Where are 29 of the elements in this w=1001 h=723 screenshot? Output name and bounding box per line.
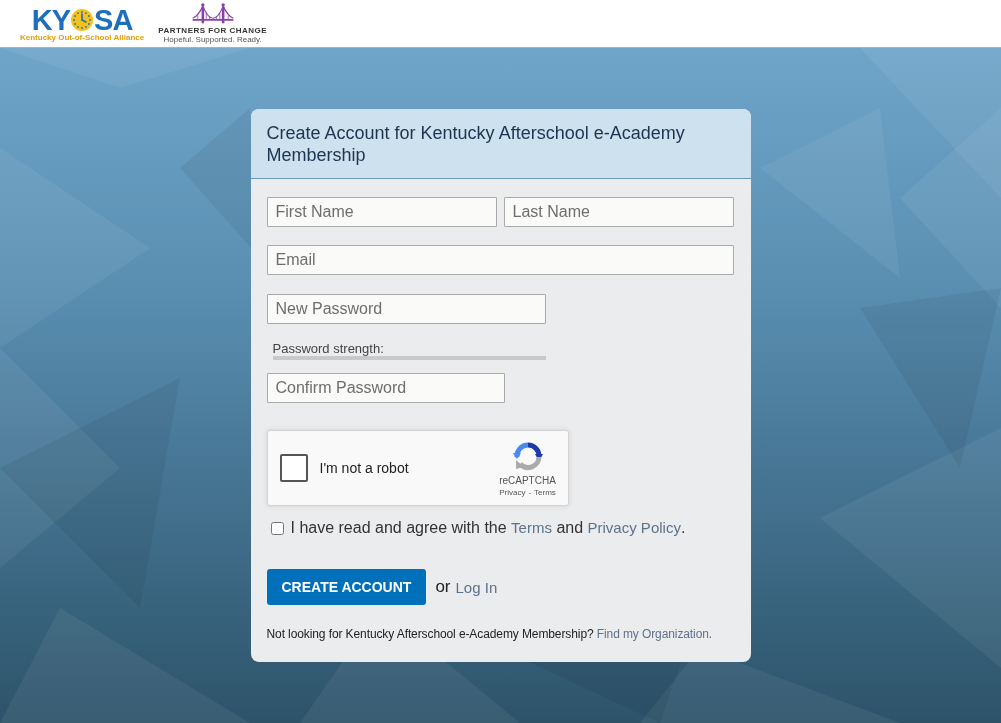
password-field[interactable]: Confirm Password: [266, 373, 505, 403]
login-link[interactable]: Log In: [455, 578, 498, 596]
bridge-icon: [190, 3, 235, 25]
text-field[interactable]: First Name: [266, 197, 497, 227]
agreement-text: I have read and agree with the Terms and Privacy Policy.: [290, 518, 686, 538]
strength-label: Password strength:: [272, 342, 385, 355]
clock-icon: [71, 8, 94, 31]
captcha-link[interactable]: Privacy: [499, 488, 526, 498]
link-separator: -: [528, 488, 532, 498]
captcha-checkbox[interactable]: [279, 454, 308, 482]
partner-name: PARTNERS FOR CHANGE: [158, 26, 268, 35]
captcha-label: I'm not a robot: [319, 460, 409, 476]
text-field[interactable]: Last Name: [503, 197, 734, 227]
logo-tagline: Kentucky Out-of-School Alliance: [20, 32, 145, 42]
logo-letters: SA: [94, 7, 133, 32]
captcha-link[interactable]: Terms: [534, 488, 556, 498]
form-title: Create Account for Kentucky Afterschool e-Academy Membership: [266, 122, 686, 166]
inline-link[interactable]: Terms: [511, 519, 552, 536]
email-field[interactable]: Email: [266, 245, 734, 275]
partner-tagline: Hopeful. Supported. Ready.: [163, 35, 262, 44]
or-label: or: [435, 577, 451, 597]
password-field[interactable]: New Password: [266, 294, 546, 324]
inline-link[interactable]: Privacy Policy: [587, 519, 681, 536]
captcha-brand: reCAPTCHA: [499, 475, 556, 487]
circular-arrows-icon: [511, 440, 544, 472]
logo-letters: KY: [31, 7, 71, 32]
create-account-button[interactable]: CREATE ACCOUNT: [266, 569, 427, 605]
footer-note: Not looking for Kentucky Afterschool e-Academy Membership? Find my Organization.: [266, 627, 713, 642]
agreement-checkbox[interactable]: [270, 521, 284, 535]
